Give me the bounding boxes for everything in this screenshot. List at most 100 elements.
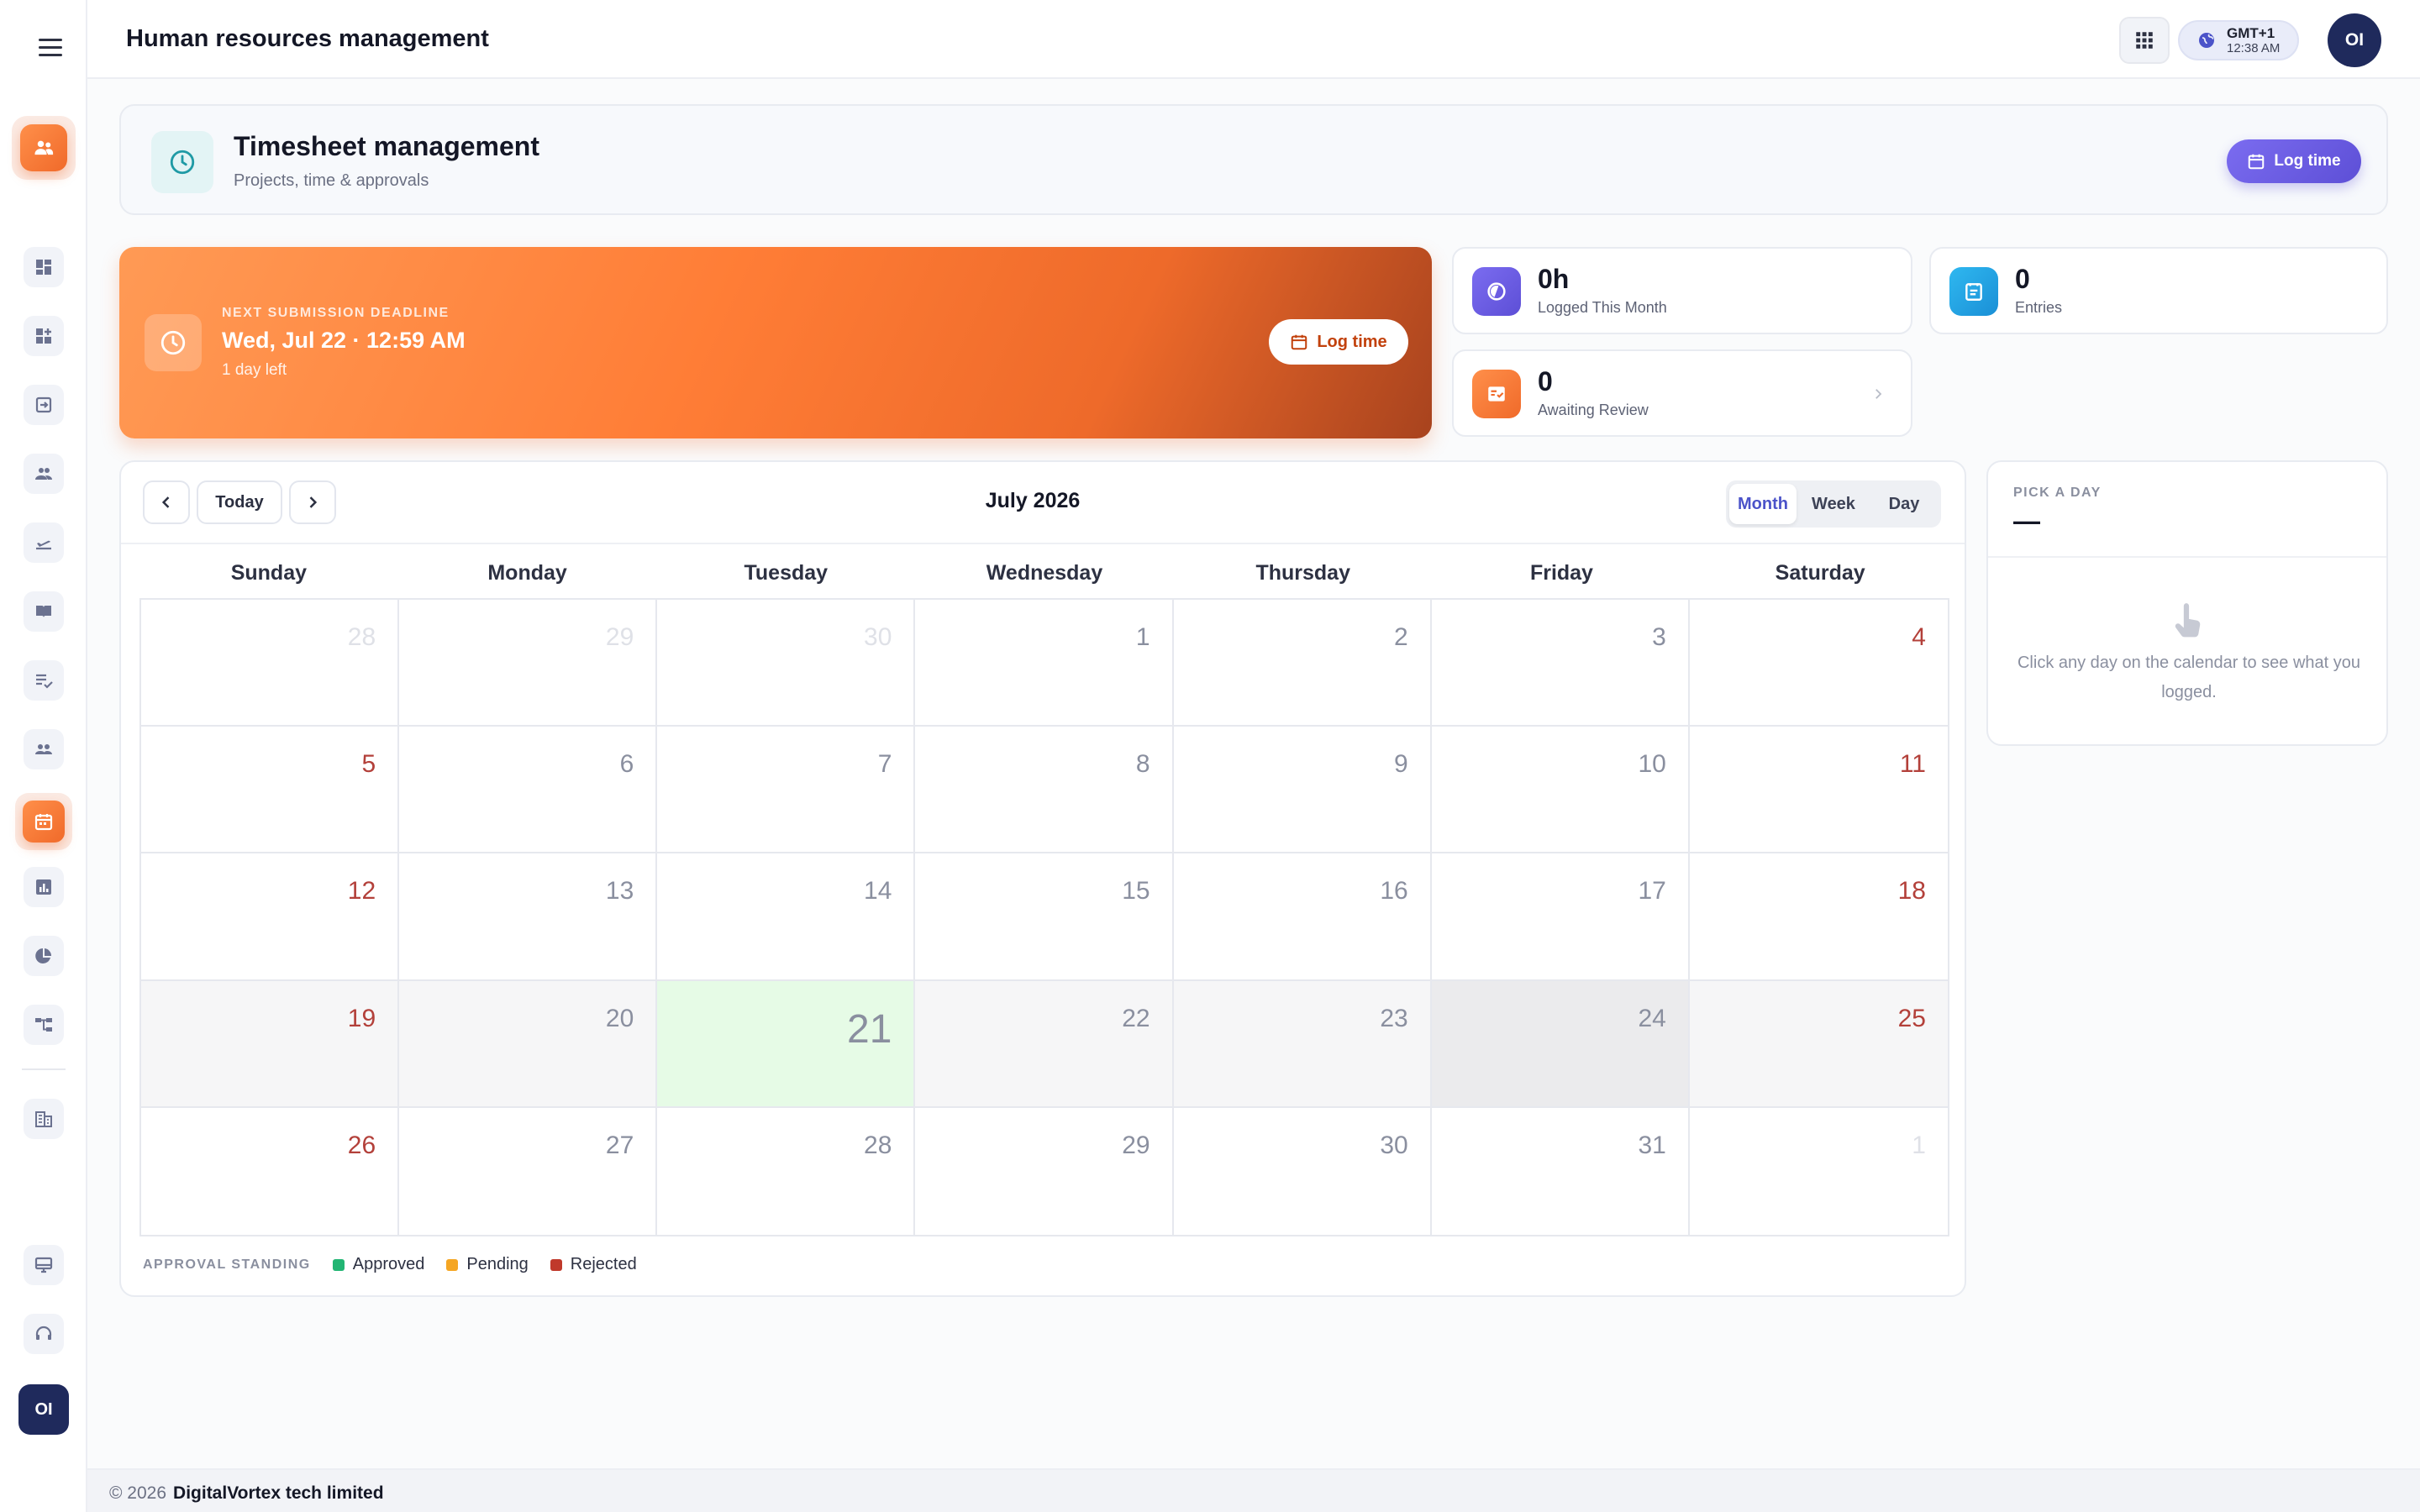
calendar-day-cell[interactable]: 13 xyxy=(399,853,658,981)
page-subtitle: Projects, time & approvals xyxy=(234,171,429,190)
logged-value: 0h xyxy=(1538,264,1570,294)
day-number: 25 xyxy=(1897,1004,1926,1032)
sidebar-item-leave[interactable] xyxy=(24,522,64,563)
day-number: 22 xyxy=(1122,1004,1150,1032)
calendar-day-cell[interactable]: 8 xyxy=(915,727,1174,854)
calendar-day-cell-today[interactable]: 21 xyxy=(657,980,916,1108)
calendar-day-cell[interactable]: 18 xyxy=(1689,853,1948,981)
legend-label: Approved xyxy=(352,1255,425,1273)
footer-text: © 2026 DigitalVortex tech limited xyxy=(109,1483,384,1504)
timezone-label: GMT+1 xyxy=(2227,25,2275,41)
sidebar-item-company[interactable] xyxy=(24,1099,64,1139)
apps-grid-button[interactable] xyxy=(2119,17,2170,64)
sidebar-item-timesheets[interactable] xyxy=(15,793,72,850)
calendar-day-cell[interactable]: 3 xyxy=(1431,600,1690,727)
user-avatar[interactable]: OI xyxy=(2328,13,2381,67)
calendar-day-cell[interactable]: 29 xyxy=(399,600,658,727)
deadline-clock-icon xyxy=(145,314,202,371)
calendar-day-cell-hovered[interactable]: 24 xyxy=(1431,980,1690,1108)
calendar-day-cell[interactable]: 30 xyxy=(1174,1107,1432,1235)
calendar-grid: 28 29 30 1 2 3 4 5 6 7 8 9 10 11 12 13 1… xyxy=(139,598,1949,1236)
day-number: 12 xyxy=(347,877,376,906)
calendar-day-cell[interactable]: 25 xyxy=(1689,980,1948,1108)
sidebar-item-org-chart[interactable] xyxy=(24,1005,64,1045)
view-week-button[interactable]: Week xyxy=(1800,484,1867,524)
calendar-day-cell[interactable]: 12 xyxy=(141,853,400,981)
sidebar-item-widgets[interactable] xyxy=(24,316,64,356)
calendar-day-cell[interactable]: 20 xyxy=(399,980,658,1108)
sidebar-item-teams[interactable] xyxy=(24,729,64,769)
calendar-day-cell[interactable]: 28 xyxy=(657,1107,916,1235)
calendar-day-cell[interactable]: 22 xyxy=(915,980,1174,1108)
day-number: 17 xyxy=(1638,877,1666,906)
view-day-button[interactable]: Day xyxy=(1870,484,1938,524)
stat-awaiting-review[interactable]: 0 Awaiting Review xyxy=(1452,349,1912,437)
banner-log-time-button[interactable]: Log time xyxy=(1269,319,1408,365)
logged-label: Logged This Month xyxy=(1538,299,1667,316)
building-icon xyxy=(35,1111,52,1127)
banner-log-time-label: Log time xyxy=(1317,332,1387,351)
sidebar-user-avatar[interactable]: OI xyxy=(18,1384,69,1435)
calendar-day-cell[interactable]: 5 xyxy=(141,727,400,854)
sidebar-item-analytics[interactable] xyxy=(24,936,64,976)
day-number: 13 xyxy=(605,877,634,906)
legend-item-approved: Approved xyxy=(332,1255,425,1274)
calendar-edit-icon xyxy=(2249,154,2265,170)
calendar-day-cell[interactable]: 30 xyxy=(657,600,916,727)
day-number: 24 xyxy=(1638,1004,1666,1032)
sidebar-item-dashboard[interactable] xyxy=(24,247,64,287)
top-bar: Human resources management GMT+1 12:38 A… xyxy=(87,0,2420,79)
calendar-day-cell[interactable]: 26 xyxy=(141,1107,400,1235)
calendar-day-cell[interactable]: 31 xyxy=(1432,1107,1690,1235)
calendar-day-cell[interactable]: 16 xyxy=(1173,853,1432,981)
calendar-day-cell[interactable]: 1 xyxy=(915,600,1174,727)
calendar-day-cell[interactable]: 10 xyxy=(1431,727,1690,854)
empty-state-message: Click any day on the calendar to see wha… xyxy=(2017,654,2361,701)
hamburger-menu-icon[interactable] xyxy=(39,39,69,60)
sidebar-item-tasks[interactable] xyxy=(24,660,64,701)
calendar-day-cell[interactable]: 7 xyxy=(657,727,916,854)
calendar-day-cell[interactable]: 17 xyxy=(1431,853,1690,981)
log-time-button[interactable]: Log time xyxy=(2227,139,2361,183)
calendar-day-cell[interactable]: 14 xyxy=(657,853,916,981)
calendar-day-cell[interactable]: 27 xyxy=(399,1107,658,1235)
sidebar-item-employees[interactable] xyxy=(24,454,64,494)
checklist-icon xyxy=(36,674,53,689)
weekday-label: Wednesday xyxy=(986,561,1103,585)
calendar-day-cell[interactable]: 6 xyxy=(399,727,658,854)
departure-icon xyxy=(36,540,51,550)
hierarchy-icon xyxy=(35,1018,52,1032)
view-month-button[interactable]: Month xyxy=(1729,484,1797,524)
calendar-day-cell[interactable]: 15 xyxy=(915,853,1174,981)
calendar-day-cell[interactable]: 1 xyxy=(1690,1108,1948,1235)
sidebar-divider xyxy=(22,1068,66,1070)
day-number: 11 xyxy=(1899,750,1926,779)
sidebar-item-devices[interactable] xyxy=(24,1245,64,1285)
calendar-day-cell[interactable]: 9 xyxy=(1173,727,1432,854)
team-icon xyxy=(35,744,52,754)
group-icon xyxy=(35,468,52,480)
calendar-day-cell[interactable]: 19 xyxy=(141,980,400,1108)
calendar-day-cell[interactable]: 29 xyxy=(915,1107,1174,1235)
timezone-pill[interactable]: GMT+1 12:38 AM xyxy=(2178,20,2299,60)
calendar-day-cell[interactable]: 23 xyxy=(1173,980,1432,1108)
calendar-toolbar: Today July 2026 Month Week Day xyxy=(121,462,1965,544)
weekday-header-row: Sunday Monday Tuesday Wednesday Thursday… xyxy=(139,561,1949,595)
sidebar-item-policies[interactable] xyxy=(24,591,64,632)
approval-legend: APPROVAL STANDING Approved Pending Rejec… xyxy=(143,1255,637,1274)
panel-divider xyxy=(1988,556,2386,558)
sidebar-item-reports[interactable] xyxy=(24,867,64,907)
calendar-day-cell[interactable]: 2 xyxy=(1173,600,1432,727)
sidebar-item-support[interactable] xyxy=(24,1314,64,1354)
sidebar-item-attendance[interactable] xyxy=(24,385,64,425)
stat-logged-this-month: 0h Logged This Month xyxy=(1452,247,1912,334)
log-time-label: Log time xyxy=(2274,152,2341,170)
apps-grid-icon xyxy=(2136,32,2153,49)
calendar-day-cell[interactable]: 11 xyxy=(1689,727,1948,854)
globe-icon xyxy=(2199,33,2214,48)
document-list-icon xyxy=(1949,267,1998,316)
sidebar: OI xyxy=(0,0,87,1512)
calendar-day-cell[interactable]: 28 xyxy=(141,600,400,727)
calendar-day-cell[interactable]: 4 xyxy=(1689,600,1948,727)
sidebar-item-hr-home[interactable] xyxy=(12,116,76,180)
